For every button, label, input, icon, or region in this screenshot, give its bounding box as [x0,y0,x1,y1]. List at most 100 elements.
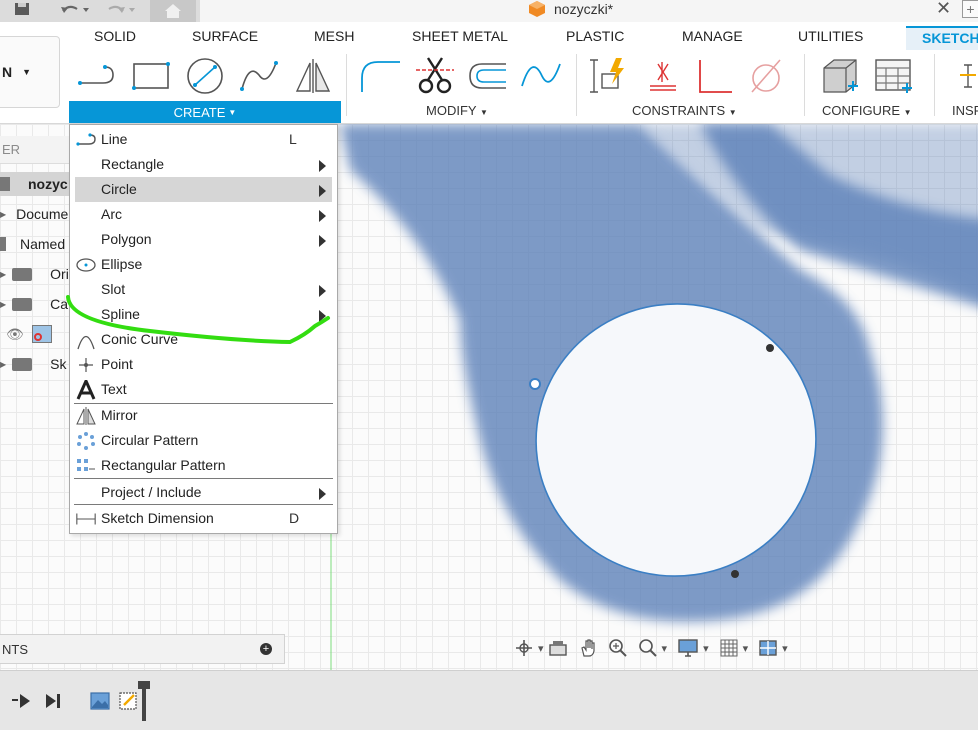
menu-item-slot[interactable]: Slot [70,277,337,302]
canvas-image-icon [31,325,52,343]
circle-tool-icon[interactable] [184,56,226,96]
perpendicular-constraint-icon[interactable] [694,56,736,96]
tab-utilities[interactable]: UTILITIES [798,28,863,44]
timeline-marker[interactable] [138,681,150,721]
component-icon [0,237,6,251]
chevron-down-icon[interactable]: ▾ [703,637,709,659]
fillet-tool-icon[interactable] [360,56,402,96]
expand-icon: ▶ [0,209,7,219]
comments-panel[interactable]: NTS + [0,634,285,664]
tab-solid[interactable]: SOLID [94,28,136,44]
trim-tool-icon[interactable] [414,56,456,96]
menu-item-polygon[interactable]: Polygon [70,227,337,252]
viewports-icon[interactable] [758,637,778,659]
grid-settings-icon[interactable] [719,637,739,659]
menu-item-text[interactable]: Text [70,377,337,402]
orbit-icon[interactable] [514,637,534,659]
chevron-down-icon[interactable]: ▾ [662,637,668,659]
menu-item-arc[interactable]: Arc [70,202,337,227]
conic-curve-icon [75,330,97,349]
tab-sheet-metal[interactable]: SHEET METAL [412,28,508,44]
browser-item-named-views[interactable]: Named [0,232,72,256]
parameters-icon[interactable] [818,56,860,96]
line-tool-icon[interactable] [76,56,118,96]
close-tab-icon[interactable]: ✕ [936,0,951,19]
look-at-icon[interactable] [548,637,568,659]
pan-hand-icon[interactable] [578,637,598,659]
tab-sketch[interactable]: SKETCH [906,26,978,50]
menu-item-label: Circular Pattern [101,432,199,448]
rectangle-tool-icon[interactable] [130,56,172,96]
create-menu-button[interactable]: CREATE ▼ [69,101,341,123]
browser-panel: nozyc ▶ Docume Named ▶ Ori ▶ Ca 👁 ▶ Sk [0,136,72,386]
new-tab-button[interactable]: + [962,0,978,18]
timeline-canvas-icon[interactable] [90,691,110,714]
create-label: CREATE [173,104,226,120]
menu-item-sketch-dimension[interactable]: Sketch Dimension D [70,506,337,531]
menu-item-project-include[interactable]: Project / Include [70,480,337,505]
menu-item-ellipse[interactable]: Ellipse [70,252,337,277]
add-comment-icon[interactable]: + [260,643,272,655]
browser-item-document-settings[interactable]: ▶ Docume [0,202,72,226]
menu-item-mirror[interactable]: Mirror [70,403,337,428]
browser-item-sketches[interactable]: ▶ Sk [0,352,72,376]
configure-table-icon[interactable] [872,56,914,96]
workspace-selector[interactable]: N ▼ [0,36,60,108]
display-settings-icon[interactable] [677,637,699,659]
chevron-down-icon[interactable]: ▾ [743,637,749,659]
constraints-menu-button[interactable]: CONSTRAINTS ▼ [632,103,737,118]
menu-item-label: Sketch Dimension [101,510,214,526]
step-forward-icon[interactable] [44,693,62,712]
menu-item-rectangular-pattern[interactable]: Rectangular Pattern [70,453,337,478]
configure-menu-button[interactable]: CONFIGURE ▼ [822,103,912,118]
menu-item-circle[interactable]: Circle [75,177,332,202]
menu-item-circular-pattern[interactable]: Circular Pattern [70,428,337,453]
menu-item-spline[interactable]: Spline [70,302,337,327]
redo-icon[interactable] [104,0,140,20]
change-parameters-icon[interactable] [520,56,562,96]
browser-root-item[interactable]: nozyc [0,172,72,196]
undo-icon[interactable] [56,0,92,20]
create-dropdown-menu: Line L Rectangle Circle Arc Polygon Ellipse Slo… [69,124,338,534]
tab-surface[interactable]: SURFACE [192,28,258,44]
inspect-tool-icon[interactable] [950,56,978,96]
menu-item-label: Slot [101,281,126,297]
menu-item-point[interactable]: Point [70,352,337,377]
fit-zoom-icon[interactable] [638,637,658,659]
tab-manage[interactable]: MANAGE [682,28,743,44]
menu-item-conic-curve[interactable]: Conic Curve [70,327,337,352]
home-icon[interactable] [150,0,196,22]
visibility-eye-icon[interactable]: 👁 [6,326,24,343]
play-icon[interactable] [12,693,32,712]
modify-menu-button[interactable]: MODIFY ▼ [426,103,488,118]
toolbar-ribbon: N ▼ SOLID SURFACE MESH SHEET METAL PLAST… [0,22,978,124]
browser-item-origin[interactable]: ▶ Ori [0,262,72,286]
submenu-arrow-icon [319,210,326,222]
mirror-tool-icon[interactable] [292,56,334,96]
auto-constrain-icon[interactable] [588,56,630,96]
offset-tool-icon[interactable] [468,56,510,96]
tab-mesh[interactable]: MESH [314,28,354,44]
browser-item-canvas-image[interactable]: 👁 [0,322,72,346]
expand-icon: ▶ [0,299,7,309]
chevron-down-icon[interactable]: ▾ [538,637,544,659]
tangent-constraint-icon[interactable] [746,56,788,96]
menu-item-line[interactable]: Line L [70,127,337,152]
save-icon[interactable] [10,0,34,20]
chevron-down-icon[interactable]: ▾ [782,637,788,659]
modify-label: MODIFY [426,103,477,118]
inspect-menu-button[interactable]: INSP [952,103,978,118]
menu-item-shortcut: D [289,510,300,526]
menu-item-label: Mirror [101,407,138,423]
spline-tool-icon[interactable] [238,56,280,96]
quick-access-toolbar [0,0,200,22]
zoom-icon[interactable] [608,637,628,659]
tab-plastic[interactable]: PLASTIC [566,28,624,44]
browser-item-canvases[interactable]: ▶ Ca [0,292,72,316]
menu-item-label: Line [101,131,128,147]
submenu-arrow-icon [319,235,326,247]
menu-item-rectangle[interactable]: Rectangle [70,152,337,177]
timeline-sketch-icon[interactable] [118,689,142,716]
coincident-constraint-icon[interactable] [642,56,684,96]
component-icon [0,177,10,191]
